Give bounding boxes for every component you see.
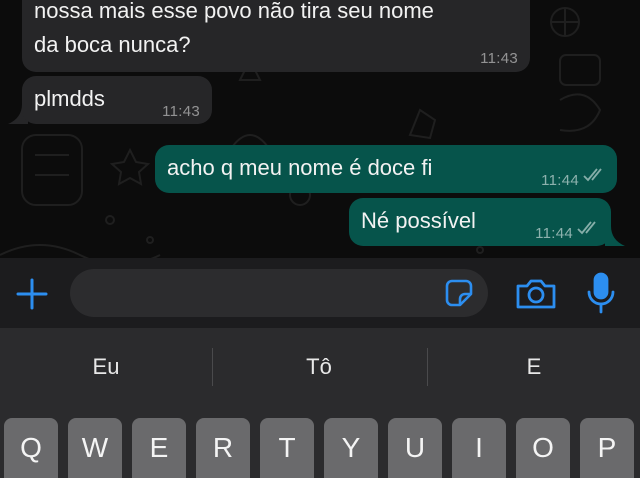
- key-o[interactable]: O: [516, 418, 570, 478]
- message-timestamp: 11:43: [162, 103, 200, 120]
- message-bubble-incoming[interactable]: nossa mais esse povo não tira seu nome d…: [22, 0, 530, 72]
- message-text-line: da boca nunca?: [34, 32, 191, 57]
- message-timestamp: 11:44: [541, 172, 579, 189]
- key-q[interactable]: Q: [4, 418, 58, 478]
- message-text: acho q meu nome é doce fi: [167, 155, 433, 180]
- predictive-suggestions: Eu Tô E: [0, 328, 640, 406]
- message-input[interactable]: [70, 269, 488, 317]
- message-text: Né possível: [361, 208, 476, 233]
- message-bubble-incoming[interactable]: plmdds 11:43: [22, 76, 212, 124]
- message-timestamp: 11:43: [480, 50, 518, 67]
- key-i[interactable]: I: [452, 418, 506, 478]
- suggestion-to[interactable]: Tô: [213, 328, 425, 406]
- message-bubble-outgoing[interactable]: Né possível 11:44: [349, 198, 611, 246]
- message-bubble-outgoing[interactable]: acho q meu nome é doce fi 11:44: [155, 145, 617, 193]
- sticker-icon[interactable]: [444, 278, 474, 308]
- camera-icon[interactable]: [514, 277, 558, 311]
- key-u[interactable]: U: [388, 418, 442, 478]
- key-t[interactable]: T: [260, 418, 314, 478]
- key-e[interactable]: E: [132, 418, 186, 478]
- message-text-line: nossa mais esse povo não tira seu nome: [34, 0, 434, 23]
- key-p[interactable]: P: [580, 418, 634, 478]
- microphone-icon[interactable]: [584, 272, 618, 314]
- suggestion-e[interactable]: E: [428, 328, 640, 406]
- key-w[interactable]: W: [68, 418, 122, 478]
- compose-bar: [0, 258, 640, 328]
- key-y[interactable]: Y: [324, 418, 378, 478]
- key-r[interactable]: R: [196, 418, 250, 478]
- keyboard: Eu Tô E Q W E R T Y U I O P: [0, 328, 640, 478]
- message-text: plmdds: [34, 86, 105, 111]
- chat-area: nossa mais esse povo não tira seu nome d…: [0, 0, 640, 258]
- bubble-tail: [605, 226, 625, 246]
- read-ticks-icon: [583, 168, 602, 182]
- message-timestamp: 11:44: [535, 225, 573, 242]
- read-ticks-icon: [577, 221, 596, 235]
- suggestion-eu[interactable]: Eu: [0, 328, 212, 406]
- plus-icon[interactable]: [14, 276, 50, 312]
